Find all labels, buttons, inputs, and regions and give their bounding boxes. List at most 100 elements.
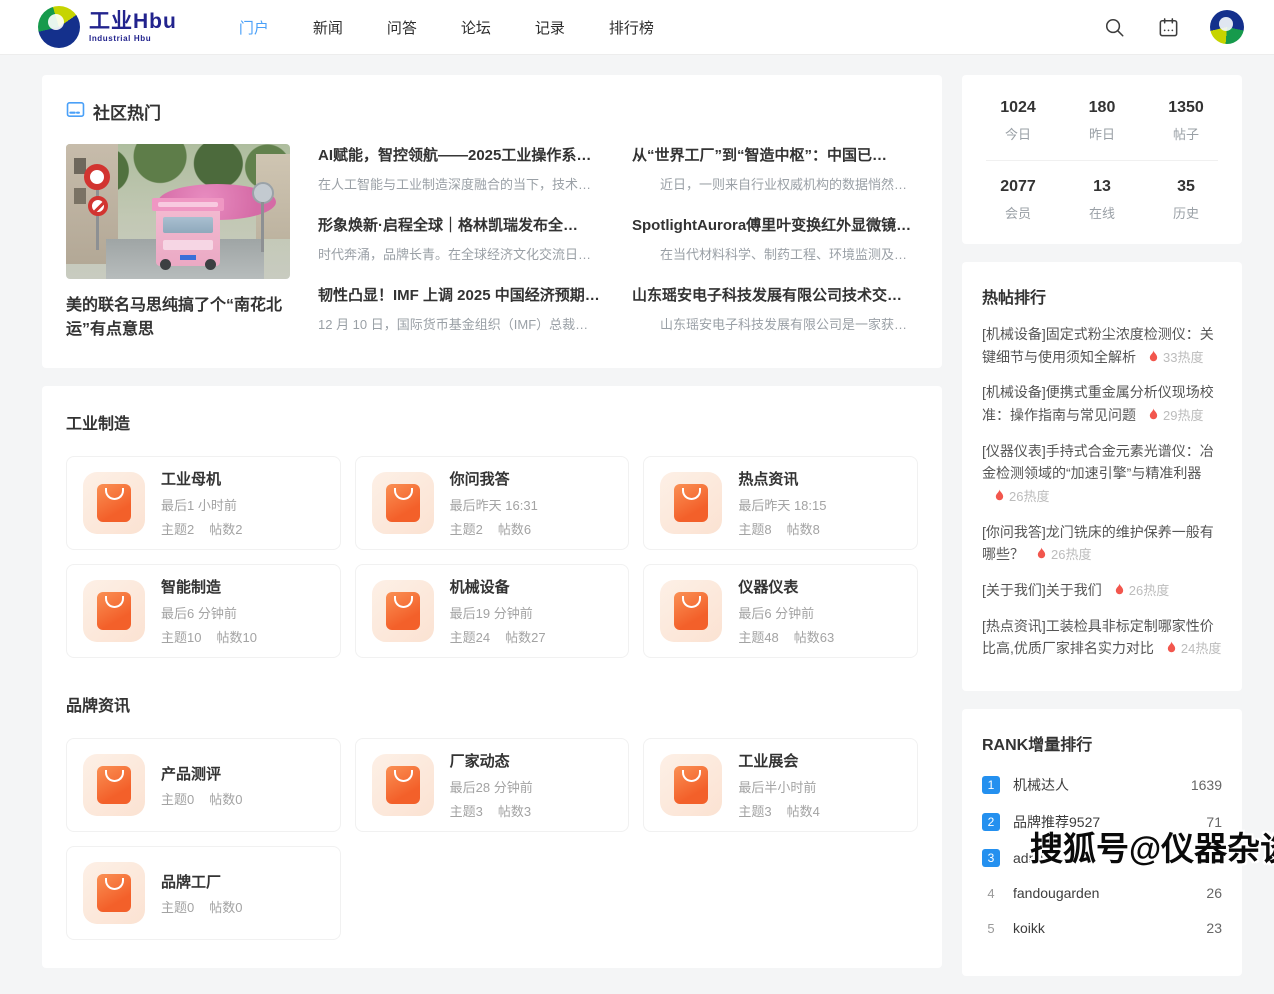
board-stats: 主题3帖数4 (738, 801, 819, 820)
calendar-icon[interactable] (1156, 15, 1180, 39)
nav-item-ranking[interactable]: 排行榜 (609, 17, 654, 38)
heat-value: 24热度 (1181, 641, 1221, 656)
nav-item-forum[interactable]: 论坛 (461, 17, 491, 38)
hot-post-item[interactable]: [仪器仪表]手持式合金元素光谱仪：冶金检测领域的“加速引擎”与精准利器26热度 (982, 440, 1222, 508)
stat-today: 1024今日 (976, 99, 1060, 143)
article-summary: 近日，一则来自行业权威机构的数据悄然… (632, 174, 918, 193)
board-stats: 主题0帖数0 (161, 897, 242, 916)
board-stats: 主题0帖数0 (161, 789, 242, 808)
board-product-review[interactable]: 产品测评 主题0帖数0 (66, 738, 341, 832)
rank-badge: 2 (982, 813, 1000, 831)
section-title-brand: 品牌资讯 (66, 692, 918, 716)
article-item[interactable]: AI赋能，智控领航——2025工业操作系… 在人工智能与工业制造深度融合的当下，… (318, 144, 604, 193)
heat-value: 33热度 (1163, 350, 1203, 365)
board-name: 机械设备 (450, 576, 546, 597)
article-title[interactable]: AI赋能，智控领航——2025工业操作系… (318, 144, 604, 165)
featured-image[interactable] (66, 144, 290, 279)
board-stats: 主题3帖数3 (450, 801, 533, 820)
shopping-bag-icon (83, 472, 145, 534)
hot-post-item[interactable]: [关于我们]关于我们26热度 (982, 579, 1222, 602)
forum-sections-card: 工业制造 工业母机 最后1 小时前 主题2帖数2 你问我答 (42, 386, 942, 968)
rank-user-value: 71 (1206, 814, 1222, 830)
article-item[interactable]: 从“世界工厂”到“智造中枢”：中国已… 近日，一则来自行业权威机构的数据悄然… (632, 144, 918, 193)
shopping-bag-icon (83, 580, 145, 642)
article-title[interactable]: 山东瑶安电子科技发展有限公司技术交… (632, 284, 918, 305)
logo-title: 工业Hbu (89, 11, 177, 32)
board-instruments[interactable]: 仪器仪表 最后6 分钟前 主题48帖数63 (643, 564, 918, 658)
rank-row[interactable]: 1 机械达人 1639 (982, 775, 1222, 795)
article-summary: 在当代材料科学、制药工程、环境监测及… (632, 244, 918, 263)
hot-post-item[interactable]: [你问我答]龙门铣床的维护保养一般有哪些？26热度 (982, 521, 1222, 566)
board-name: 智能制造 (161, 576, 257, 597)
stat-history: 35历史 (1144, 178, 1228, 222)
shopping-bag-icon (660, 580, 722, 642)
board-industrial-machine[interactable]: 工业母机 最后1 小时前 主题2帖数2 (66, 456, 341, 550)
article-title[interactable]: 韧性凸显！IMF 上调 2025 中国经济预期… (318, 284, 604, 305)
featured-article[interactable]: 美的联名马思纯搞了个“南花北运”有点意思 (66, 144, 290, 342)
article-summary: 山东瑶安电子科技发展有限公司是一家获… (632, 314, 918, 333)
search-icon[interactable] (1102, 15, 1126, 39)
article-summary: 时代奔涌，品牌长青。在全球经济文化交流日… (318, 244, 604, 263)
rank-title: RANK增量排行 (982, 731, 1222, 755)
hot-posts-panel: 热帖排行 [机械设备]固定式粉尘浓度检测仪：关键细节与使用须知全解析33热度 [… (962, 262, 1242, 691)
nav-item-records[interactable]: 记录 (535, 17, 565, 38)
board-last-post: 最后半小时前 (738, 777, 819, 796)
stat-online: 13在线 (1060, 178, 1144, 222)
board-brand-factory[interactable]: 品牌工厂 主题0帖数0 (66, 846, 341, 940)
shopping-bag-icon (83, 862, 145, 924)
board-hot-news[interactable]: 热点资讯 最后昨天 18:15 主题8帖数8 (643, 456, 918, 550)
board-stats: 主题10帖数10 (161, 627, 257, 646)
article-title[interactable]: SpotlightAurora傅里叶变换红外显微镜… (632, 214, 918, 235)
board-last-post: 最后19 分钟前 (450, 603, 546, 622)
board-factory-news[interactable]: 厂家动态 最后28 分钟前 主题3帖数3 (355, 738, 630, 832)
board-name: 工业展会 (738, 750, 819, 771)
rank-badge: 1 (982, 776, 1000, 794)
rank-user-name: admin (1013, 850, 1206, 866)
hot-post-item[interactable]: [热点资讯]工装检具非标定制哪家性价比高,优质厂家排名实力对比24热度 (982, 615, 1222, 660)
board-grid-industry: 工业母机 最后1 小时前 主题2帖数2 你问我答 最后昨天 16:31 主题2帖… (66, 456, 918, 658)
board-name: 品牌工厂 (161, 871, 242, 892)
hot-post-item[interactable]: [机械设备]便携式重金属分析仪现场校准：操作指南与常见问题29热度 (982, 381, 1222, 426)
site-logo[interactable]: 工业Hbu Industrial Hbu (38, 6, 177, 48)
rank-row[interactable]: 4 fandougarden 26 (982, 884, 1222, 902)
user-avatar[interactable] (1210, 10, 1244, 44)
board-smart-manufacturing[interactable]: 智能制造 最后6 分钟前 主题10帖数10 (66, 564, 341, 658)
article-title[interactable]: 形象焕新·启程全球｜格林凯瑞发布全… (318, 214, 604, 235)
board-grid-brand: 产品测评 主题0帖数0 厂家动态 最后28 分钟前 主题3帖数3 (66, 738, 918, 940)
nav-item-portal[interactable]: 门户 (239, 17, 269, 38)
flame-icon (1036, 544, 1047, 557)
board-qa[interactable]: 你问我答 最后昨天 16:31 主题2帖数6 (355, 456, 630, 550)
board-machinery[interactable]: 机械设备 最后19 分钟前 主题24帖数27 (355, 564, 630, 658)
rank-user-value: 1639 (1191, 777, 1222, 793)
article-item[interactable]: 韧性凸显！IMF 上调 2025 中国经济预期… 12 月 10 日，国际货币基… (318, 284, 604, 333)
article-title[interactable]: 从“世界工厂”到“智造中枢”：中国已… (632, 144, 918, 165)
rank-row[interactable]: 2 品牌推荐9527 71 (982, 812, 1222, 832)
heat-value: 29热度 (1163, 408, 1203, 423)
board-stats: 主题48帖数63 (738, 627, 834, 646)
board-last-post: 最后28 分钟前 (450, 777, 533, 796)
article-item[interactable]: SpotlightAurora傅里叶变换红外显微镜… 在当代材料科学、制药工程、… (632, 214, 918, 263)
rank-user-value: 23 (1206, 920, 1222, 936)
board-stats: 主题2帖数6 (450, 519, 538, 538)
rank-row[interactable]: 3 admin 32 (982, 849, 1222, 867)
heat-value: 26热度 (1129, 583, 1169, 598)
featured-article-title[interactable]: 美的联名马思纯搞了个“南花北运”有点意思 (66, 294, 290, 342)
shopping-bag-icon (372, 754, 434, 816)
main-nav: 门户 新闻 问答 论坛 记录 排行榜 (239, 17, 654, 38)
board-last-post: 最后6 分钟前 (738, 603, 834, 622)
shopping-bag-icon (372, 580, 434, 642)
board-last-post: 最后1 小时前 (161, 495, 242, 514)
rank-row[interactable]: 5 koikk 23 (982, 919, 1222, 937)
article-item[interactable]: 山东瑶安电子科技发展有限公司技术交… 山东瑶安电子科技发展有限公司是一家获… (632, 284, 918, 333)
board-name: 热点资讯 (738, 468, 826, 489)
flame-icon (994, 486, 1005, 499)
nav-item-qa[interactable]: 问答 (387, 17, 417, 38)
article-item[interactable]: 形象焕新·启程全球｜格林凯瑞发布全… 时代奔涌，品牌长青。在全球经济文化交流日… (318, 214, 604, 263)
hot-post-item[interactable]: [机械设备]固定式粉尘浓度检测仪：关键细节与使用须知全解析33热度 (982, 323, 1222, 368)
stat-posts: 1350帖子 (1144, 99, 1228, 143)
flame-icon (1166, 638, 1177, 651)
board-industry-expo[interactable]: 工业展会 最后半小时前 主题3帖数4 (643, 738, 918, 832)
rank-badge: 3 (982, 849, 1000, 867)
nav-item-news[interactable]: 新闻 (313, 17, 343, 38)
flame-icon (1114, 580, 1125, 593)
